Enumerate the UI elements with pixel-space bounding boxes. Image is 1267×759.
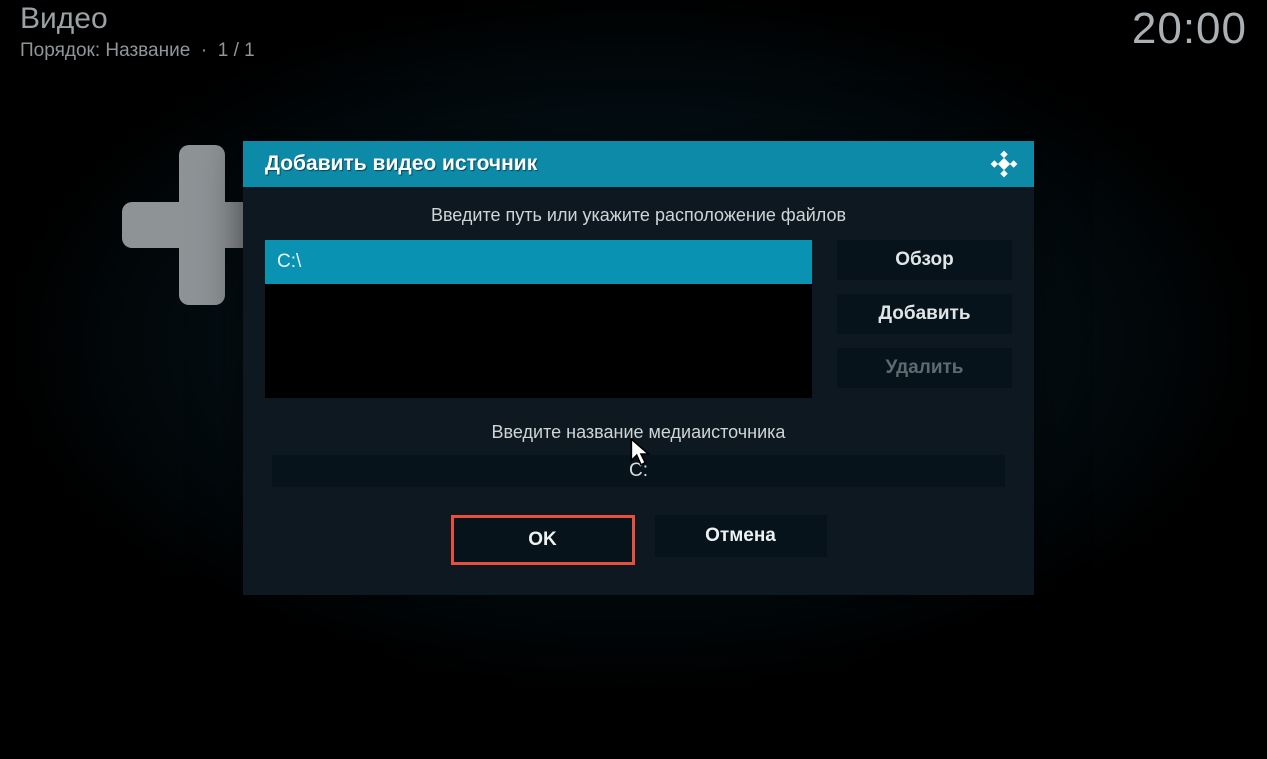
sort-and-pager: Порядок: Название · 1 / 1 [20, 40, 255, 62]
add-path-button[interactable]: Добавить [837, 294, 1012, 334]
ok-button[interactable]: OK [451, 515, 635, 565]
path-entry-selected[interactable]: C:\ [265, 240, 812, 284]
mouse-cursor-icon [630, 438, 652, 468]
dialog-header: Добавить видео источник [243, 141, 1034, 187]
paths-prompt-label: Введите путь или укажите расположение фа… [265, 205, 1012, 226]
pager: 1 / 1 [218, 40, 255, 61]
kodi-logo-icon [990, 150, 1018, 178]
dialog-title: Добавить видео источник [265, 152, 537, 176]
add-video-source-dialog: Добавить видео источник Введите путь или… [243, 141, 1034, 595]
remove-path-button: Удалить [837, 348, 1012, 388]
page-title: Видео [20, 2, 255, 36]
sort-prefix: Порядок: [20, 40, 105, 61]
browse-button[interactable]: Обзор [837, 240, 1012, 280]
sort-value: Название [105, 40, 190, 61]
paths-list[interactable]: C:\ [265, 240, 812, 398]
clock: 20:00 [1132, 4, 1247, 54]
cancel-button[interactable]: Отмена [655, 515, 827, 557]
